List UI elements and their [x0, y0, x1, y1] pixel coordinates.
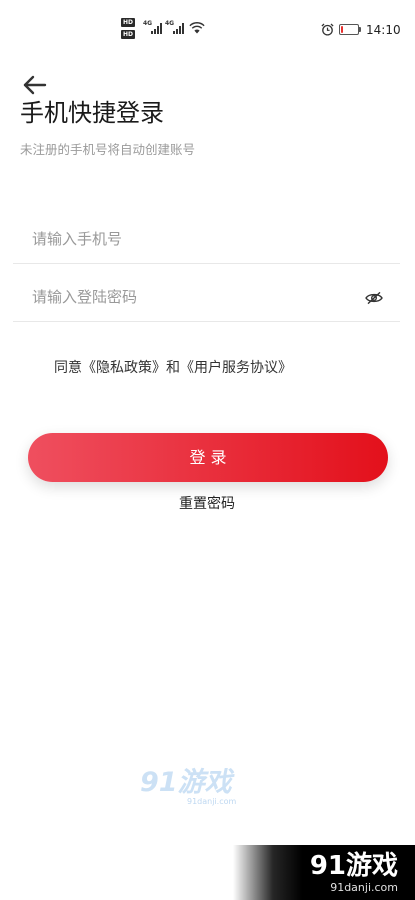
watermark-site: 91danji.com — [187, 797, 237, 806]
agreement-prefix: 同意 — [54, 360, 82, 376]
status-bar: HD HD 4G 4G 14:10 — [0, 0, 415, 46]
center-watermark: 91游戏 91danji.com — [140, 768, 240, 810]
page-subtitle: 未注册的手机号将自动创建账号 — [20, 142, 196, 157]
wifi-icon — [189, 22, 205, 34]
phone-field-row — [13, 214, 400, 264]
cellular-signal-1: 4G — [143, 20, 164, 35]
hd-icon: HD — [121, 30, 135, 39]
battery-outline — [339, 24, 359, 35]
hd-indicator: HD HD — [121, 18, 139, 40]
battery-icon — [339, 24, 362, 35]
reset-password-link[interactable]: 重置密码 — [179, 495, 235, 513]
alarm-icon — [321, 23, 334, 36]
phone-input[interactable] — [32, 227, 352, 251]
corner-watermark: 91游戏 91danji.com — [233, 845, 415, 900]
battery-cap — [359, 27, 361, 32]
privacy-policy-link[interactable]: 《隐私政策》 — [82, 360, 166, 376]
signal-icon — [173, 23, 184, 34]
hd-icon: HD — [121, 18, 135, 27]
agreement-text: 同意《隐私政策》和《用户服务协议》 — [54, 359, 292, 377]
password-input[interactable] — [32, 285, 352, 309]
user-service-agreement-link[interactable]: 《用户服务协议》 — [180, 360, 292, 376]
corner-watermark-brand: 91游戏 — [309, 851, 398, 881]
eye-off-icon[interactable] — [365, 291, 383, 305]
corner-watermark-site: 91danji.com — [330, 881, 398, 894]
cellular-signal-2: 4G — [165, 20, 186, 35]
login-button[interactable]: 登 录 — [28, 433, 388, 482]
watermark-brand: 91游戏 — [140, 767, 232, 798]
page-title: 手机快捷登录 — [20, 99, 164, 127]
signal-icon — [151, 23, 162, 34]
password-field-row — [13, 273, 400, 322]
arrow-left-icon[interactable] — [22, 75, 48, 95]
battery-level-fill — [341, 26, 343, 33]
status-time: 14:10 — [366, 23, 401, 37]
agreement-conjunction: 和 — [166, 360, 180, 376]
